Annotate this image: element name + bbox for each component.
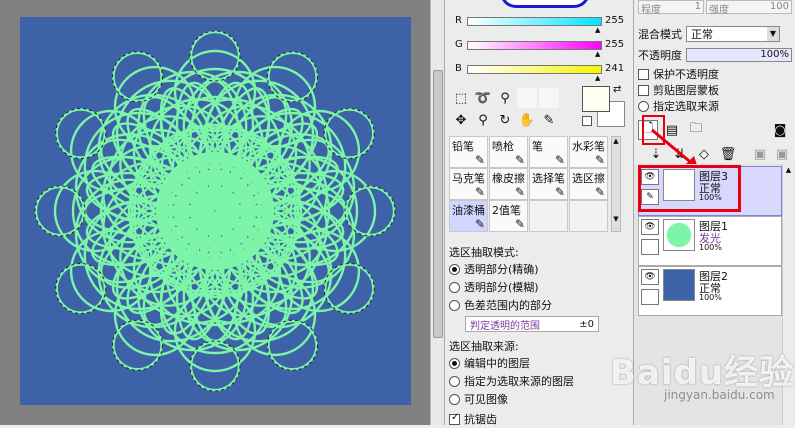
artwork-canvas[interactable] — [20, 17, 411, 405]
tool-1-1[interactable]: 橡皮擦 ✎ — [489, 168, 528, 200]
layer-options: 保护不透明度 剪贴图层蒙板 指定选取来源 — [638, 66, 719, 114]
tool-icon: ✎ — [514, 185, 525, 199]
tool-2-3 — [569, 200, 608, 232]
slider-label: R — [455, 15, 462, 26]
layer-opacity: 100% — [699, 243, 722, 252]
extract-mode-title: 选区抽取模式: — [449, 246, 519, 259]
tool-icon: ✎ — [554, 153, 565, 167]
slider-value: 241 — [605, 63, 625, 74]
mode-color-range[interactable]: 色差范围内的部分 — [449, 296, 629, 314]
tool-0-2[interactable]: 笔 ✎ — [529, 136, 568, 168]
layer-option-checkbox[interactable]: 保护不透明度 — [638, 66, 719, 82]
source-editing-layer[interactable]: 编辑中的图层 — [449, 354, 629, 372]
tool-icon: ✎ — [514, 153, 525, 167]
antialias-checkbox[interactable]: ✓ 抗锯齿 — [449, 410, 629, 428]
tool-2-0[interactable]: 油漆桶 ✎ — [449, 200, 488, 232]
layer-item[interactable]: 👁 图层2 正常 100% — [638, 266, 782, 316]
slider-handle-icon[interactable]: ▲ — [595, 74, 600, 82]
tool-icon: ✎ — [594, 185, 605, 199]
brush-params: 程度 1 强度 100 — [638, 0, 794, 16]
tool-icon: ✎ — [474, 185, 485, 199]
slider-handle-icon[interactable]: ▲ — [595, 50, 600, 58]
tool-0-0[interactable]: 铅笔 ✎ — [449, 136, 488, 168]
scrollbar-thumb[interactable] — [433, 70, 443, 338]
transparent-color-icon[interactable] — [582, 116, 592, 126]
vertical-scrollbar[interactable] — [430, 0, 444, 425]
slider-value: 255 — [605, 39, 625, 50]
magic-wand-icon[interactable]: ⚲ — [495, 88, 515, 108]
foreground-color-swatch[interactable] — [582, 86, 610, 112]
source-designated-layer[interactable]: 指定为选取来源的图层 — [449, 372, 629, 390]
view-tools-row: ✥ ⚲ ↻ ✋ ✎ — [451, 110, 559, 130]
tool-1-0[interactable]: 马克笔 ✎ — [449, 168, 488, 200]
tool-icon: ✎ — [474, 217, 485, 231]
extract-source-title: 选区抽取来源: — [449, 340, 519, 353]
color-slider[interactable] — [467, 65, 602, 74]
tool-2-2 — [529, 200, 568, 232]
color-slider[interactable] — [467, 17, 602, 26]
scroll-up-icon[interactable]: ▲ — [783, 166, 794, 174]
tool-icon: ✎ — [474, 153, 485, 167]
tool-grid-scrollbar[interactable]: ▲ ▼ — [611, 136, 621, 232]
color-slider[interactable] — [467, 41, 602, 50]
rect-select-icon[interactable]: ⬚ — [451, 88, 471, 108]
delete-layer-icon[interactable]: 🗑 — [718, 144, 738, 164]
layer-item[interactable]: 👁 图层1 发光 100% — [638, 216, 782, 266]
chevron-down-icon: ▼ — [767, 27, 779, 41]
slider-label: B — [455, 63, 462, 74]
pencil-lock-icon[interactable] — [641, 289, 659, 305]
empty-slot-icon — [539, 88, 559, 108]
zoom-icon[interactable]: ⚲ — [473, 110, 493, 130]
mode-opaque-precise[interactable]: 透明部分(精确) — [449, 260, 629, 278]
move-icon[interactable]: ✥ — [451, 110, 471, 130]
scroll-up-icon[interactable]: ▲ — [612, 137, 620, 145]
watermark-url: jingyan.baidu.com — [664, 388, 775, 402]
apply-mask-icon[interactable]: ▣ — [772, 144, 792, 164]
mandala-pattern — [34, 30, 396, 392]
tool-icon: ✎ — [514, 217, 525, 231]
layer-thumbnail — [663, 269, 695, 301]
layer-option-checkbox[interactable]: 指定选取来源 — [638, 98, 719, 114]
blend-mode-label: 混合模式 — [638, 28, 682, 41]
tool-1-2[interactable]: 选择笔 ✎ — [529, 168, 568, 200]
layer-mask-icon[interactable]: ◙ — [770, 120, 790, 140]
tool-0-3[interactable]: 水彩笔 ✎ — [569, 136, 608, 168]
transparency-range-field[interactable]: 判定透明的范围 ±0 — [465, 316, 599, 332]
annotation-box-selected-layer — [638, 165, 741, 212]
canvas-area[interactable] — [0, 0, 430, 425]
selection-tools-row: ⬚ ➰ ⚲ — [451, 88, 559, 108]
watermark: Baidu经验 — [610, 353, 795, 393]
tool-0-1[interactable]: 喷枪 ✎ — [489, 136, 528, 168]
layer-panel: 程度 1 强度 100 混合模式 正常 ▼ 不透明度 100% 保护不透明度 剪贴图层… — [610, 0, 795, 425]
slider-handle-icon[interactable]: ▲ — [595, 26, 600, 34]
empty-slot-icon — [517, 88, 537, 108]
opacity-slider[interactable]: 100% — [686, 48, 792, 62]
tool-1-3[interactable]: 选区擦 ✎ — [569, 168, 608, 200]
tool-icon: ✎ — [554, 185, 565, 199]
lasso-icon[interactable]: ➰ — [473, 88, 493, 108]
tool-panel: R ▲ 255 G ▲ 255 B ▲ 241 ⬚ ➰ ⚲ ✥ ⚲ ↻ ✋ ✎ ⇄ … — [444, 0, 632, 428]
layer-thumbnail — [663, 219, 695, 251]
layer-option-checkbox[interactable]: 剪贴图层蒙板 — [638, 82, 719, 98]
eyedropper-icon[interactable]: ✎ — [539, 110, 559, 130]
pencil-lock-icon[interactable] — [641, 239, 659, 255]
copy-mask-icon[interactable]: ▣ — [750, 144, 770, 164]
eye-icon[interactable]: 👁 — [641, 269, 659, 285]
tool-icon: ✎ — [594, 153, 605, 167]
color-wheel[interactable] — [500, 0, 590, 8]
slider-value: 255 — [605, 15, 625, 26]
opacity-label: 不透明度 — [638, 49, 682, 62]
scroll-down-icon[interactable]: ▼ — [612, 215, 620, 223]
hand-icon[interactable]: ✋ — [517, 110, 537, 130]
tool-2-1[interactable]: 2值笔 ✎ — [489, 200, 528, 232]
rotate-icon[interactable]: ↻ — [495, 110, 515, 130]
source-visible-image[interactable]: 可见图像 — [449, 390, 629, 408]
slider-label: G — [455, 39, 463, 50]
blend-mode-select[interactable]: 正常 ▼ — [686, 26, 780, 42]
swap-colors-icon[interactable]: ⇄ — [613, 84, 621, 95]
layer-opacity: 100% — [699, 293, 722, 302]
eye-icon[interactable]: 👁 — [641, 219, 659, 235]
mode-opaque-fuzzy[interactable]: 透明部分(模糊) — [449, 278, 629, 296]
